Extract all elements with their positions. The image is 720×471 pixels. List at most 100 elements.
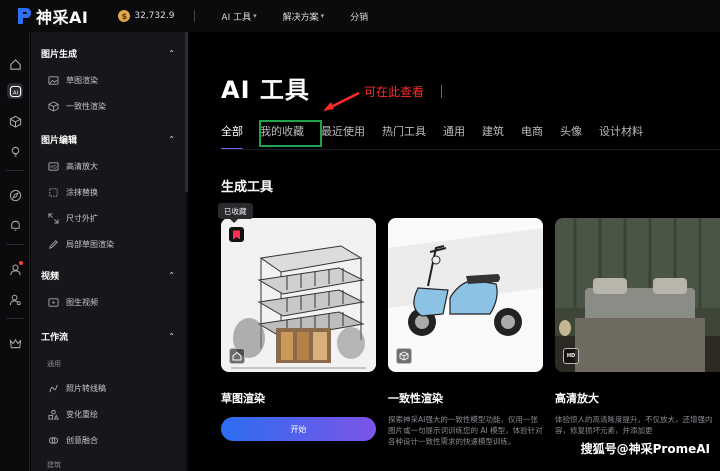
ai-tools-icon[interactable]: AI [7,83,23,99]
nav-distribution[interactable]: 分销 [350,10,368,23]
nav-ai-tools-label: AI 工具 [221,12,252,23]
tab-avatar[interactable]: 头像 [560,122,582,146]
sidebar-item-label: 创意融合 [66,435,98,445]
tool-card-sketch-render[interactable] [221,218,376,372]
section-title-generation-tools: 生成工具 [221,180,274,195]
sidebar-section-workflow[interactable]: 工作流 ⌃ [31,326,185,346]
main-content: AI 工具 可在此查看 全部 我的收藏 最近使用 热门工具 通用 建筑 电商 头… [188,32,720,471]
sidebar-subgroup-general: 通用 [47,360,61,368]
sidebar-item-label: 变化重绘 [66,409,98,419]
hd-icon: HD [47,160,59,172]
sidebar-item-photo-to-lineart[interactable]: 照片转线稿 [31,378,185,398]
expand-icon [47,212,59,224]
annotation-arrow-icon [323,91,360,111]
sidebar-item-label: 图生视频 [66,297,98,307]
tool-card-consistency-render[interactable] [388,218,543,372]
tool-card-hd-upscale[interactable]: HD [555,218,720,372]
sidebar-item-label: 尺寸外扩 [66,213,98,223]
cube-icon [47,100,59,112]
chevron-down-icon: ▾ [253,12,257,20]
tab-design-materials[interactable]: 设计材料 [599,122,643,146]
brush-select-icon [47,186,59,198]
section-title: 图片生成 [41,49,78,60]
annotation-text: 可在此查看 [364,85,425,99]
sidebar-item-label: 照片转线稿 [66,383,106,393]
nav-solutions[interactable]: 解决方案 ▾ [283,10,325,23]
lightbulb-icon[interactable] [7,143,23,159]
start-button[interactable]: 开始 [221,417,376,441]
logo-text: 神采AI [36,8,89,27]
sidebar-item-sketch-render[interactable]: 草图渲染 [31,70,185,90]
logo[interactable]: 神采AI [16,4,88,28]
tab-popular-tools[interactable]: 热门工具 [382,122,426,146]
watermark: 搜狐号@神采PromeAI [580,442,710,456]
sidebar-item-label: 局部草图渲染 [66,239,114,249]
card-title-sketch-render: 草图渲染 [221,392,265,405]
video-icon [47,296,59,308]
credits-value: 32,732.9 [134,11,175,21]
home-icon[interactable] [7,56,23,72]
bookmark-icon[interactable] [229,227,244,242]
hd-icon: HD [563,348,579,364]
sidebar-item-variation-redraw[interactable]: 变化重绘 [31,404,185,424]
tab-architecture[interactable]: 建筑 [482,122,504,146]
lineart-icon [47,382,59,394]
tab-recently-used[interactable]: 最近使用 [321,122,365,146]
sidebar-item-hd-upscale[interactable]: HD 高清放大 [31,156,185,176]
chevron-up-icon: ⌃ [168,331,175,341]
svg-text:AI: AI [12,90,18,96]
sidebar-item-label: 高清放大 [66,161,98,171]
sidebar-item-label: 一致性渲染 [66,101,106,111]
section-title: 视频 [41,271,60,282]
compass-icon[interactable] [7,187,23,203]
tab-all[interactable]: 全部 [221,122,243,150]
favorited-tooltip: 已收藏 [218,203,253,223]
chevron-up-icon: ⌃ [168,270,175,280]
sidebar-item-image-to-video[interactable]: 图生视频 [31,292,185,312]
user-settings-icon[interactable] [7,291,23,307]
top-bar: 神采AI $ 32,732.9 AI 工具 ▾ 解决方案 ▾ 分销 [0,0,720,32]
tab-general[interactable]: 通用 [443,122,465,146]
nav-distribution-label: 分销 [350,12,369,23]
card-title-hd-upscale: 高清放大 [555,392,599,405]
credits-balance[interactable]: $ 32,732.9 [118,10,174,22]
sidebar-section-image-editing[interactable]: 图片编辑 ⌃ [31,129,185,149]
chevron-up-icon: ⌃ [168,48,175,58]
bell-icon[interactable] [7,217,23,233]
sidebar-subgroup-architecture: 建筑 [47,461,61,469]
nav-solutions-label: 解决方案 [282,12,319,23]
notification-dot [19,261,23,265]
rail-divider [6,170,24,171]
sidebar-section-video[interactable]: 视频 ⌃ [31,265,185,285]
sidebar-item-consistency-render[interactable]: 一致性渲染 [31,96,185,116]
top-nav: AI 工具 ▾ 解决方案 ▾ 分销 [195,10,368,23]
rail-divider [6,318,24,319]
sidebar-item-inpaint-replace[interactable]: 涂抹替换 [31,182,185,202]
shapes-icon [47,408,59,420]
sidebar-item-creative-blend[interactable]: 创意融合 [31,430,185,450]
sidebar-section-image-generation[interactable]: 图片生成 ⌃ [31,43,185,63]
image-icon [47,74,59,86]
sidebar-item-partial-sketch-render[interactable]: 局部草图渲染 [31,234,185,254]
pencil-icon [47,238,59,250]
nav-ai-tools[interactable]: AI 工具 ▾ [221,10,256,23]
crown-icon[interactable] [7,335,23,351]
cube-icon [396,348,412,364]
tab-ecommerce[interactable]: 电商 [521,122,543,146]
sidebar: 图片生成 ⌃ 草图渲染 一致性渲染 图片编辑 ⌃ HD 高清放大 涂抹替换 尺寸外扩… [31,32,188,471]
page-title: AI 工具 [221,76,310,104]
sidebar-item-outpaint[interactable]: 尺寸外扩 [31,208,185,228]
section-title: 图片编辑 [41,135,78,146]
logo-mark-icon [16,7,32,25]
icon-rail: AI [0,32,30,471]
cube-icon[interactable] [7,113,23,129]
chevron-up-icon: ⌃ [168,134,175,144]
text-cursor [441,85,442,98]
blend-icon [47,434,59,446]
chevron-down-icon: ▾ [320,12,325,20]
house-icon [229,348,245,364]
section-title: 工作流 [41,332,69,343]
sidebar-item-label: 草图渲染 [66,75,98,85]
user-icon[interactable] [7,261,23,277]
sidebar-item-label: 涂抹替换 [66,187,98,197]
